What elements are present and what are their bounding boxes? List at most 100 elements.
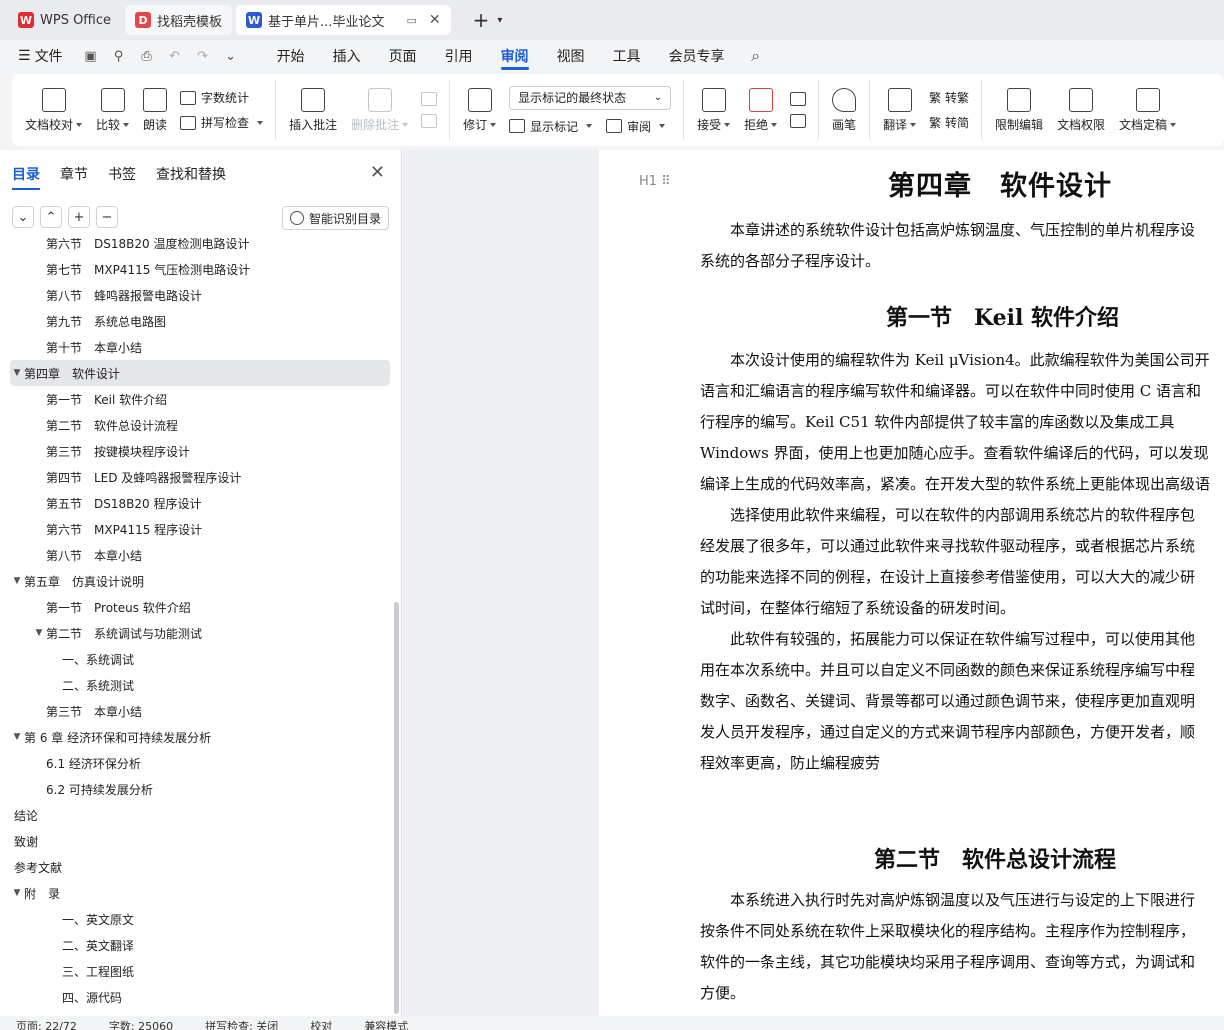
add-icon[interactable]: + xyxy=(68,206,90,228)
toc-item[interactable]: 一、系统调试 xyxy=(10,646,390,672)
expand-caret-icon[interactable]: ▼ xyxy=(32,628,46,638)
new-tab-button[interactable]: + xyxy=(473,8,490,32)
accept-button[interactable]: 接受 xyxy=(690,80,737,140)
next-comment-button[interactable] xyxy=(421,114,438,128)
window-icon[interactable]: ▭ xyxy=(406,14,416,27)
markup-state-select[interactable]: 显示标记的最终状态 ⌄ xyxy=(509,85,672,110)
toc-item[interactable]: ▼ 第四章 软件设计 xyxy=(10,360,390,386)
chevron-down-icon[interactable]: ▾ xyxy=(497,15,502,26)
toc-item[interactable]: 第四节 LED 及蜂鸣器报警程序设计 xyxy=(10,464,390,490)
more-chevron-icon[interactable]: ⌄ xyxy=(220,45,242,67)
toc-item[interactable]: 第六节 MXP4115 程序设计 xyxy=(10,516,390,542)
print-preview-icon[interactable]: ⎙ xyxy=(136,45,158,67)
toc-item[interactable]: ▼ 第二节 系统调试与功能测试 xyxy=(10,620,390,646)
section1-text-line: 用在本次系统中。并且可以自定义不同函数的颜色来保证系统程序编写中程 xyxy=(700,661,1196,679)
compare-button[interactable]: 比较 xyxy=(89,80,136,140)
toc-item[interactable]: 四、源代码 xyxy=(10,984,390,1010)
tab-document[interactable]: W 基于单片...毕业论文 ▭ ✕ xyxy=(236,5,451,35)
toc-item[interactable]: 一、英文原文 xyxy=(10,906,390,932)
menu-reference[interactable]: 引用 xyxy=(431,40,487,72)
nav-tab-bookmarks[interactable]: 书签 xyxy=(108,164,136,184)
menu-page[interactable]: 页面 xyxy=(375,40,431,72)
expand-down-icon[interactable]: ⌄ xyxy=(12,206,34,228)
tab-docer[interactable]: D 找稻壳模板 xyxy=(125,5,233,35)
toc-item[interactable]: 第八节 蜂鸣器报警电路设计 xyxy=(10,282,390,308)
reject-button[interactable]: 拒绝 xyxy=(737,80,784,140)
toc-item[interactable]: 结论 xyxy=(10,802,390,828)
toc-item[interactable]: ▼ 第五章 仿真设计说明 xyxy=(10,568,390,594)
toc-item[interactable]: 二、系统测试 xyxy=(10,672,390,698)
protect-group: 限制编辑 文档权限 文档定稿 xyxy=(982,80,1189,140)
share-icon[interactable]: ⚲ xyxy=(108,45,130,67)
toc-item[interactable]: 第七节 MXP4115 气压检测电路设计 xyxy=(10,256,390,282)
toc-item[interactable]: 第三节 按键模块程序设计 xyxy=(10,438,390,464)
file-menu[interactable]: ☰ 文件 xyxy=(0,40,77,72)
toc-item[interactable]: 第五节 DS18B20 程序设计 xyxy=(10,490,390,516)
word-count-status[interactable]: 字数: 25060 xyxy=(93,1018,189,1030)
nav-tab-find-replace[interactable]: 查找和替换 xyxy=(156,164,226,184)
toc-item[interactable]: 第十节 本章小结 xyxy=(10,334,390,360)
toc-item[interactable]: 三、工程图纸 xyxy=(10,958,390,984)
toc-scrollbar[interactable] xyxy=(394,602,399,1014)
close-icon[interactable]: ✕ xyxy=(429,12,441,28)
close-icon[interactable]: ✕ xyxy=(370,162,385,183)
toc-item[interactable]: 第一节 Keil 软件介绍 xyxy=(10,386,390,412)
redo-icon[interactable]: ↷ xyxy=(192,45,214,67)
toc-item[interactable]: 第一节 Proteus 软件介绍 xyxy=(10,594,390,620)
smart-toc-button[interactable]: 智能识别目录 xyxy=(281,206,389,230)
minus-icon[interactable]: − xyxy=(96,206,118,228)
nav-tab-chapters[interactable]: 章节 xyxy=(60,164,88,184)
expand-caret-icon[interactable]: ▼ xyxy=(10,576,24,586)
revise-button[interactable]: 修订 xyxy=(456,80,503,140)
toc-item[interactable]: 二、英文翻译 xyxy=(10,932,390,958)
save-icon[interactable]: ▣ xyxy=(80,45,102,67)
search-icon[interactable]: ⌕ xyxy=(745,45,767,67)
doc-proof-button[interactable]: 文档校对 xyxy=(18,80,89,140)
review-pane-button[interactable]: 审阅 xyxy=(606,118,666,135)
toc-item[interactable]: 6.2 可持续发展分析 xyxy=(10,776,390,802)
toc-item[interactable]: 第八节 本章小结 xyxy=(10,542,390,568)
prev-comment-button[interactable] xyxy=(421,92,438,106)
proof-status[interactable]: 校对 xyxy=(294,1018,348,1030)
show-markup-button[interactable]: 显示标记 xyxy=(509,118,593,135)
toc-item[interactable]: ▼ 第 6 章 经济环保和可持续发展分析 xyxy=(10,724,390,750)
collapse-up-icon[interactable]: ⌃ xyxy=(40,206,62,228)
prev-change-button[interactable] xyxy=(790,92,807,106)
to-simplified-button[interactable]: 繁 转简 xyxy=(929,114,969,131)
finalize-button[interactable]: 文档定稿 xyxy=(1112,80,1183,140)
doc-permission-button[interactable]: 文档权限 xyxy=(1050,80,1112,140)
toc-item[interactable]: 第三节 本章小结 xyxy=(10,698,390,724)
toc-item[interactable]: ▼ 附 录 xyxy=(10,880,390,906)
page-indicator[interactable]: 页面: 22/72 xyxy=(0,1018,93,1030)
delete-comment-button[interactable]: 删除批注 xyxy=(344,80,415,140)
word-count-button[interactable]: 字数统计 xyxy=(180,89,263,106)
spell-check-button[interactable]: 拼写检查 xyxy=(180,114,264,131)
toc-item[interactable]: 6.1 经济环保分析 xyxy=(10,750,390,776)
menu-view[interactable]: 视图 xyxy=(543,40,599,72)
translate-button[interactable]: 翻译 xyxy=(876,80,923,140)
toc-item[interactable]: 第六节 DS18B20 温度检测电路设计 xyxy=(10,238,390,256)
nav-tab-toc[interactable]: 目录 xyxy=(12,164,40,190)
expand-caret-icon[interactable]: ▼ xyxy=(10,368,24,378)
undo-icon[interactable]: ↶ xyxy=(164,45,186,67)
menu-tools[interactable]: 工具 xyxy=(599,40,655,72)
expand-caret-icon[interactable]: ▼ xyxy=(10,888,24,898)
expand-caret-icon[interactable]: ▼ xyxy=(10,732,24,742)
toc-item[interactable]: 第二节 软件总设计流程 xyxy=(10,412,390,438)
insert-comment-button[interactable]: 插入批注 xyxy=(282,80,344,140)
read-aloud-button[interactable]: 朗读 xyxy=(136,80,174,140)
heading-handle-icon[interactable]: H1 ⠿ xyxy=(639,174,671,189)
toc-item[interactable]: 第九节 系统总电路图 xyxy=(10,308,390,334)
menu-review[interactable]: 审阅 xyxy=(487,40,543,72)
menu-start[interactable]: 开始 xyxy=(263,40,319,72)
toc-item[interactable]: 致谢 xyxy=(10,828,390,854)
restrict-edit-button[interactable]: 限制编辑 xyxy=(988,80,1050,140)
spell-check-status[interactable]: 拼写检查: 关闭 xyxy=(189,1018,294,1030)
to-traditional-button[interactable]: 繁 转繁 xyxy=(929,89,969,106)
pen-button[interactable]: 画笔 xyxy=(825,80,863,140)
menu-member[interactable]: 会员专享 xyxy=(655,40,739,72)
tab-wps-office[interactable]: W WPS Office xyxy=(8,5,121,35)
next-change-button[interactable] xyxy=(790,114,807,128)
menu-insert[interactable]: 插入 xyxy=(319,40,375,72)
toc-item[interactable]: 参考文献 xyxy=(10,854,390,880)
